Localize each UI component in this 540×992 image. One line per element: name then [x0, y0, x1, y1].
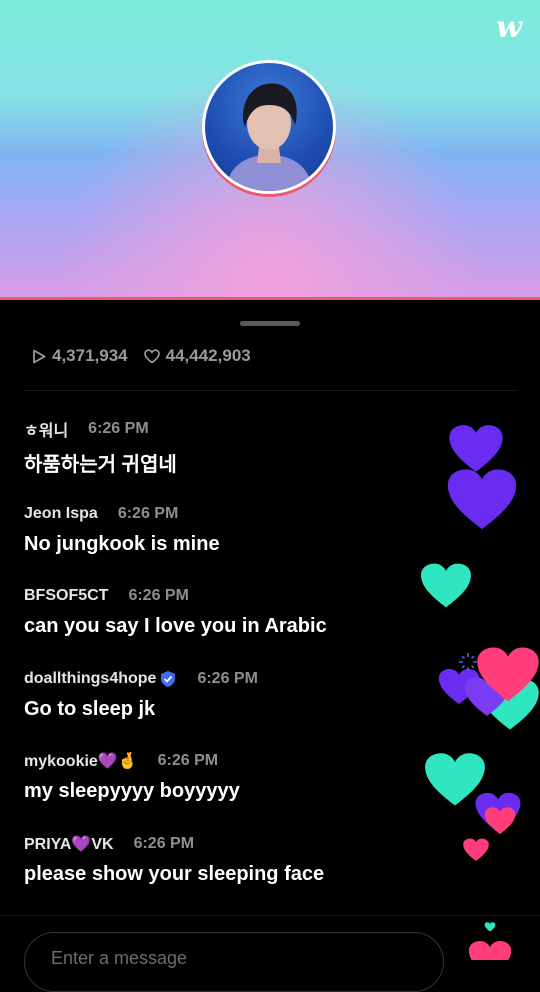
chat-message: PRIYA💜VK 6:26 PM please show your sleepi… — [24, 833, 324, 886]
play-count: 4,371,934 — [52, 346, 128, 365]
message-text: No jungkook is mine — [24, 533, 220, 555]
floating-heart-icon — [421, 563, 471, 608]
stats-row: 4,371,934 44,442,903 — [32, 346, 251, 366]
sparkle-icon — [459, 653, 477, 671]
heart-outline-icon — [143, 348, 160, 364]
floating-heart-icon — [484, 922, 496, 932]
username[interactable]: Jeon Ispa — [24, 505, 98, 523]
live-banner: w — [0, 0, 540, 300]
divider — [24, 390, 516, 391]
like-count: 44,442,903 — [165, 346, 251, 365]
username[interactable]: BFSOF5CT — [24, 587, 108, 605]
message-text: can you say I love you in Arabic — [24, 615, 327, 637]
message-text: my sleepyyyy boyyyyy — [24, 780, 240, 802]
username[interactable]: ㅎ워니 — [24, 417, 68, 441]
message-text: please show your sleeping face — [24, 863, 325, 885]
username[interactable]: mykookie💜🤞 — [24, 751, 138, 771]
divider — [0, 915, 540, 916]
timestamp: 6:26 PM — [117, 505, 179, 522]
verified-badge-icon — [159, 670, 177, 688]
chat-message: mykookie💜🤞 6:26 PM my sleepyyyy boyyyyy — [24, 750, 240, 803]
chat-message: ㅎ워니 6:26 PM 하품하는거 귀엽네 — [24, 418, 177, 477]
drag-handle[interactable] — [240, 321, 300, 326]
message-text: 하품하는거 귀엽네 — [24, 454, 177, 476]
floating-heart-icon — [463, 838, 489, 861]
chat-message: Jeon Ispa 6:26 PM No jungkook is mine — [24, 503, 220, 556]
timestamp: 6:26 PM — [128, 587, 189, 604]
timestamp: 6:26 PM — [133, 835, 195, 852]
username[interactable]: doallthings4hope — [24, 670, 156, 688]
artist-avatar[interactable] — [202, 60, 336, 194]
floating-heart-icon — [449, 425, 503, 472]
timestamp: 6:26 PM — [88, 420, 149, 437]
timestamp: 6:26 PM — [197, 670, 258, 687]
timestamp: 6:26 PM — [157, 752, 219, 769]
floating-heart-icon — [447, 469, 517, 530]
chat-message: doallthings4hope 6:26 PM Go to sleep jk — [24, 668, 258, 721]
message-input[interactable] — [49, 947, 413, 970]
floating-heart-icon — [477, 647, 539, 702]
username[interactable]: PRIYA💜VK — [24, 834, 114, 854]
message-text: Go to sleep jk — [24, 698, 156, 720]
chat-message: BFSOF5CT 6:26 PM can you say I love you … — [24, 585, 327, 638]
message-input-box[interactable] — [24, 932, 444, 992]
floating-heart-icon — [484, 807, 516, 835]
floating-heart-icon — [468, 940, 512, 960]
weverse-logo-icon: w — [496, 10, 522, 45]
play-icon — [32, 349, 46, 364]
